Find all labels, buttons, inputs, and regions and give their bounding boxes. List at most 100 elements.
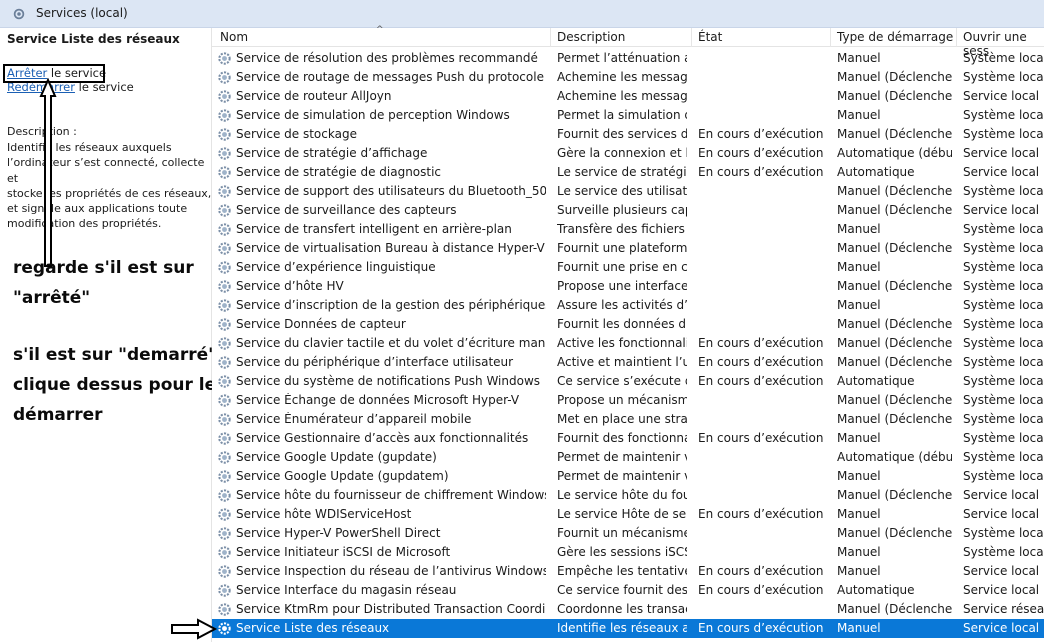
service-startup-cell: Automatique [837,374,915,388]
gear-icon [218,223,231,236]
service-logon-cell: Service local [963,165,1040,179]
table-row[interactable]: Service de simulation de perception Wind… [212,106,1044,125]
service-name-cell: Service de simulation de perception Wind… [236,108,510,122]
gear-icon [218,299,231,312]
service-startup-cell: Manuel [837,298,881,312]
table-row[interactable]: Service de virtualisation Bureau à dista… [212,239,1044,258]
annotation-line: clique dessus pour le [13,375,217,395]
service-description-cell: Coordonne les transac... [557,602,687,616]
service-description-cell: Fournit un mécanisme... [557,526,687,540]
service-name-cell: Service Inspection du réseau de l’antivi… [236,564,546,578]
service-name-cell: Service du clavier tactile et du volet d… [236,336,546,350]
gear-icon [218,375,231,388]
service-startup-cell: Manuel [837,621,881,635]
service-name-cell: Service de stratégie de diagnostic [236,165,442,179]
service-state-cell: En cours d’exécution [698,165,824,179]
column-header-startup-type[interactable]: Type de démarrage [837,30,953,44]
service-startup-cell: Manuel [837,108,881,122]
table-row[interactable]: Service d’expérience linguistique Fournit… [212,258,1044,277]
service-logon-cell: Système local [963,260,1044,274]
sort-ascending-icon: ^ [376,25,384,35]
service-logon-cell: Système local [963,70,1044,84]
table-row[interactable]: Service de support des utilisateurs du B… [212,182,1044,201]
service-name-cell: Service Google Update (gupdatem) [236,469,449,483]
service-logon-cell: Système local [963,526,1044,540]
service-startup-cell: Manuel (Déclenche... [837,317,952,331]
service-name-cell: Service hôte du fournisseur de chiffreme… [236,488,546,502]
gear-icon [218,622,231,635]
service-name-cell: Service de stockage [236,127,357,141]
table-row[interactable]: Service hôte WDIServiceHost Le service Hô… [212,505,1044,524]
service-startup-cell: Automatique (débu... [837,146,952,160]
table-row[interactable]: Service de résolution des problèmes reco… [212,49,1044,68]
table-row[interactable]: Service de surveillance des capteurs Surv… [212,201,1044,220]
table-row[interactable]: Service KtmRm pour Distributed Transacti… [212,600,1044,619]
table-row[interactable]: Service de stratégie d’affichage Gère la … [212,144,1044,163]
table-row[interactable]: Service Inspection du réseau de l’antivi… [212,562,1044,581]
table-row[interactable]: Service d’inscription de la gestion des … [212,296,1044,315]
table-row[interactable]: Service Hyper-V PowerShell Direct Fournit… [212,524,1044,543]
table-row[interactable]: Service Énumérateur d’appareil mobile Met… [212,410,1044,429]
table-row-selected[interactable]: Service Liste des réseaux Identifie les r… [212,619,1044,638]
gear-icon [218,565,231,578]
table-row[interactable]: Service Données de capteur Fournit les do… [212,315,1044,334]
gear-icon [218,356,231,369]
service-state-cell: En cours d’exécution [698,127,824,141]
service-startup-cell: Manuel [837,564,881,578]
service-description-cell: Met en place une strat... [557,412,687,426]
service-name-cell: Service Google Update (gupdate) [236,450,437,464]
table-row[interactable]: Service Initiateur iSCSI de Microsoft Gèr… [212,543,1044,562]
table-row[interactable]: Service du clavier tactile et du volet d… [212,334,1044,353]
service-logon-cell: Système local [963,298,1044,312]
service-startup-cell: Manuel (Déclenche... [837,526,952,540]
service-logon-cell: Système local [963,355,1044,369]
service-logon-cell: Système local [963,279,1044,293]
table-row[interactable]: Service du système de notifications Push… [212,372,1044,391]
service-description-cell: Ce service fournit des ... [557,583,687,597]
table-row[interactable]: Service Interface du magasin réseau Ce se… [212,581,1044,600]
service-description-cell: Ce service s’exécute d... [557,374,687,388]
service-logon-cell: Système local [963,127,1044,141]
table-row[interactable]: Service Échange de données Microsoft Hyp… [212,391,1044,410]
service-state-cell: En cours d’exécution [698,621,824,635]
column-divider[interactable] [550,28,551,47]
service-name-cell: Service Gestionnaire d’accès aux fonctio… [236,431,529,445]
service-startup-cell: Manuel (Déclenche... [837,279,952,293]
window-title: Services (local) [36,6,128,20]
gear-icon [218,337,231,350]
table-row[interactable]: Service d’hôte HV Propose une interface .… [212,277,1044,296]
annotation-line: "arrêté" [13,288,91,308]
service-startup-cell: Manuel (Déclenche... [837,127,952,141]
service-description-cell: Active et maintient l’ut... [557,355,687,369]
service-logon-cell: Système local [963,374,1044,388]
gear-icon [218,546,231,559]
table-row[interactable]: Service Google Update (gupdate) Permet de… [212,448,1044,467]
column-divider[interactable] [830,28,831,47]
service-startup-cell: Manuel [837,469,881,483]
service-logon-cell: Service local [963,507,1040,521]
service-startup-cell: Manuel [837,222,881,236]
column-divider[interactable] [691,28,692,47]
column-divider[interactable] [956,28,957,47]
column-header-name[interactable]: Nom [220,30,248,44]
table-row[interactable]: Service de routage de messages Push du p… [212,68,1044,87]
table-row[interactable]: Service du périphérique d’interface util… [212,353,1044,372]
table-row[interactable]: Service de stratégie de diagnostic Le ser… [212,163,1044,182]
column-header-state[interactable]: État [698,30,722,44]
service-logon-cell: Système local [963,431,1044,445]
service-state-cell: En cours d’exécution [698,336,824,350]
table-row[interactable]: Service de routeur AllJoyn Achemine les m… [212,87,1044,106]
service-description-cell: Fournit des services d’... [557,127,687,141]
service-startup-cell: Automatique [837,583,915,597]
table-row[interactable]: Service de transfert intelligent en arri… [212,220,1044,239]
column-header-description[interactable]: Description [557,30,625,44]
gear-icon [218,508,231,521]
table-row[interactable]: Service Gestionnaire d’accès aux fonctio… [212,429,1044,448]
table-row[interactable]: Service hôte du fournisseur de chiffreme… [212,486,1044,505]
service-startup-cell: Manuel (Déclenche... [837,602,952,616]
service-logon-cell: Système local [963,108,1044,122]
service-name-cell: Service de transfert intelligent en arri… [236,222,512,236]
table-row[interactable]: Service de stockage Fournit des services … [212,125,1044,144]
service-description-cell: Fournit des fonctionna... [557,431,687,445]
table-row[interactable]: Service Google Update (gupdatem) Permet d… [212,467,1044,486]
